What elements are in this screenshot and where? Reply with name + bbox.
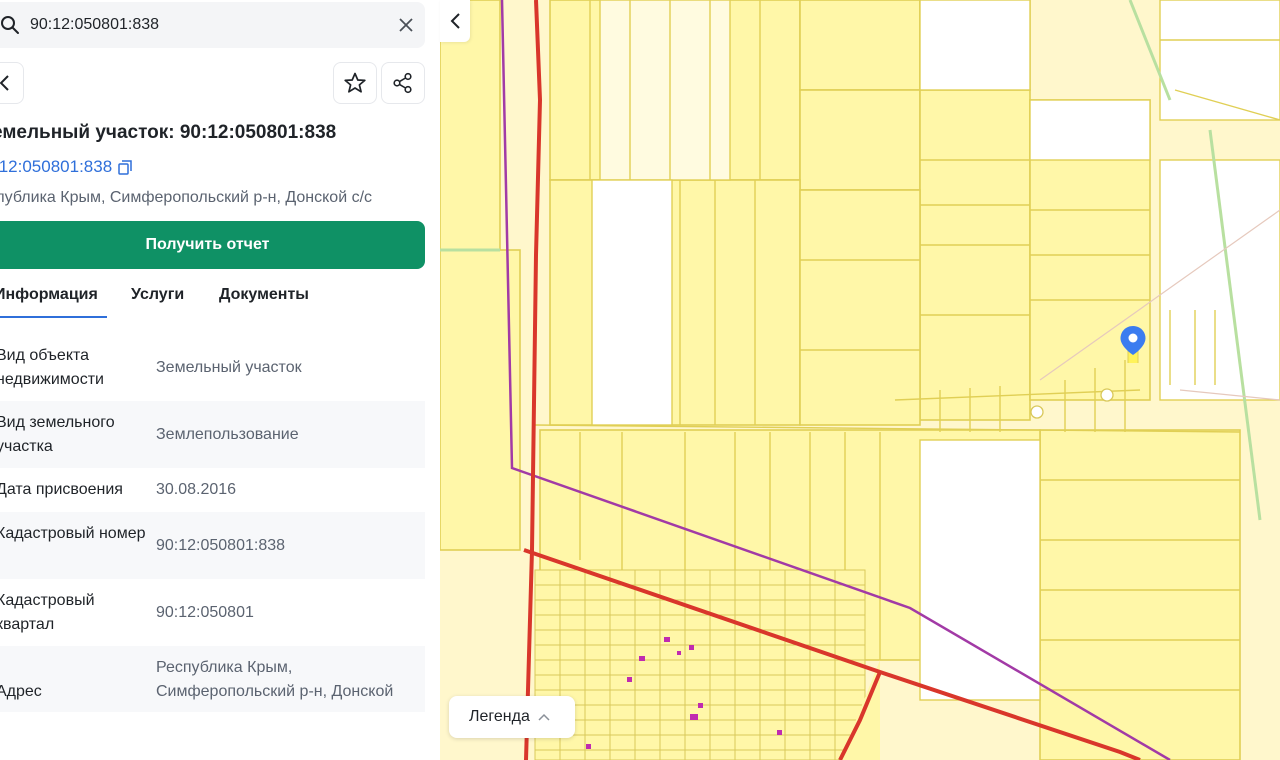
collapse-panel-button[interactable] bbox=[440, 0, 470, 42]
search-icon bbox=[1, 16, 19, 34]
share-button[interactable] bbox=[381, 62, 425, 104]
back-button[interactable] bbox=[0, 62, 24, 104]
info-row: Адрес Республика Крым, Симферопольский р… bbox=[0, 646, 425, 712]
info-value: Землепользование bbox=[156, 426, 299, 443]
legend-button[interactable]: Легенда bbox=[449, 696, 575, 738]
object-title: емельный участок: 90:12:050801:838 bbox=[0, 122, 337, 143]
info-key: Кадастровый номер bbox=[0, 525, 146, 542]
info-row: Вид объекта недвижимости Земельный участ… bbox=[0, 334, 425, 401]
tab-information[interactable]: Информация bbox=[0, 286, 98, 304]
share-icon bbox=[393, 72, 412, 94]
search-input[interactable]: 90:12:050801:838 bbox=[30, 16, 159, 34]
info-row: Вид земельного участка Землепользование bbox=[0, 401, 425, 468]
info-key: Вид земельного участка bbox=[0, 414, 115, 455]
location-pin-icon[interactable] bbox=[1119, 325, 1147, 363]
cadastral-number-text[interactable]: :12:050801:838 bbox=[0, 157, 112, 177]
info-value: 90:12:050801:838 bbox=[156, 537, 286, 554]
chevron-left-icon bbox=[450, 13, 460, 29]
info-value: 90:12:050801 bbox=[156, 604, 254, 621]
tabs: Информация Услуги Документы bbox=[0, 278, 425, 320]
tab-services[interactable]: Услуги bbox=[131, 286, 184, 304]
legend-label: Легенда bbox=[469, 708, 530, 725]
cadastral-number-link[interactable]: :12:050801:838 bbox=[0, 157, 132, 177]
info-key: Вид объекта недвижимости bbox=[0, 347, 104, 388]
info-panel: 90:12:050801:838 емельный участок: 90:12… bbox=[0, 0, 440, 760]
favorite-button[interactable] bbox=[333, 62, 377, 104]
info-row: Кадастровый номер 90:12:050801:838 bbox=[0, 512, 425, 579]
get-report-button[interactable]: Получить отчет bbox=[0, 221, 425, 269]
object-address: спублика Крым, Симферопольский р-н, Донс… bbox=[0, 189, 373, 206]
info-value: 30.08.2016 bbox=[156, 481, 237, 498]
info-row: Кадастровый квартал 90:12:050801 bbox=[0, 579, 425, 646]
search-bar[interactable]: 90:12:050801:838 bbox=[0, 2, 425, 48]
info-key: Дата присвоения bbox=[0, 481, 123, 498]
info-key: Кадастровый квартал bbox=[0, 592, 95, 633]
active-tab-indicator bbox=[0, 316, 107, 318]
star-icon bbox=[344, 72, 366, 93]
chevron-left-icon bbox=[0, 75, 9, 91]
close-icon[interactable] bbox=[397, 16, 415, 34]
info-key: Адрес bbox=[0, 683, 42, 700]
info-value: Республика Крым, Симферопольский р-н, До… bbox=[156, 659, 394, 700]
copy-icon[interactable] bbox=[118, 159, 132, 175]
chevron-up-icon bbox=[538, 713, 550, 721]
info-table: Вид объекта недвижимости Земельный участ… bbox=[0, 334, 425, 712]
map-canvas[interactable] bbox=[440, 0, 1280, 760]
info-value: Земельный участок bbox=[156, 359, 302, 376]
cadastral-map[interactable] bbox=[440, 0, 1280, 760]
info-row: Дата присвоения 30.08.2016 bbox=[0, 468, 425, 512]
tab-documents[interactable]: Документы bbox=[219, 286, 309, 304]
